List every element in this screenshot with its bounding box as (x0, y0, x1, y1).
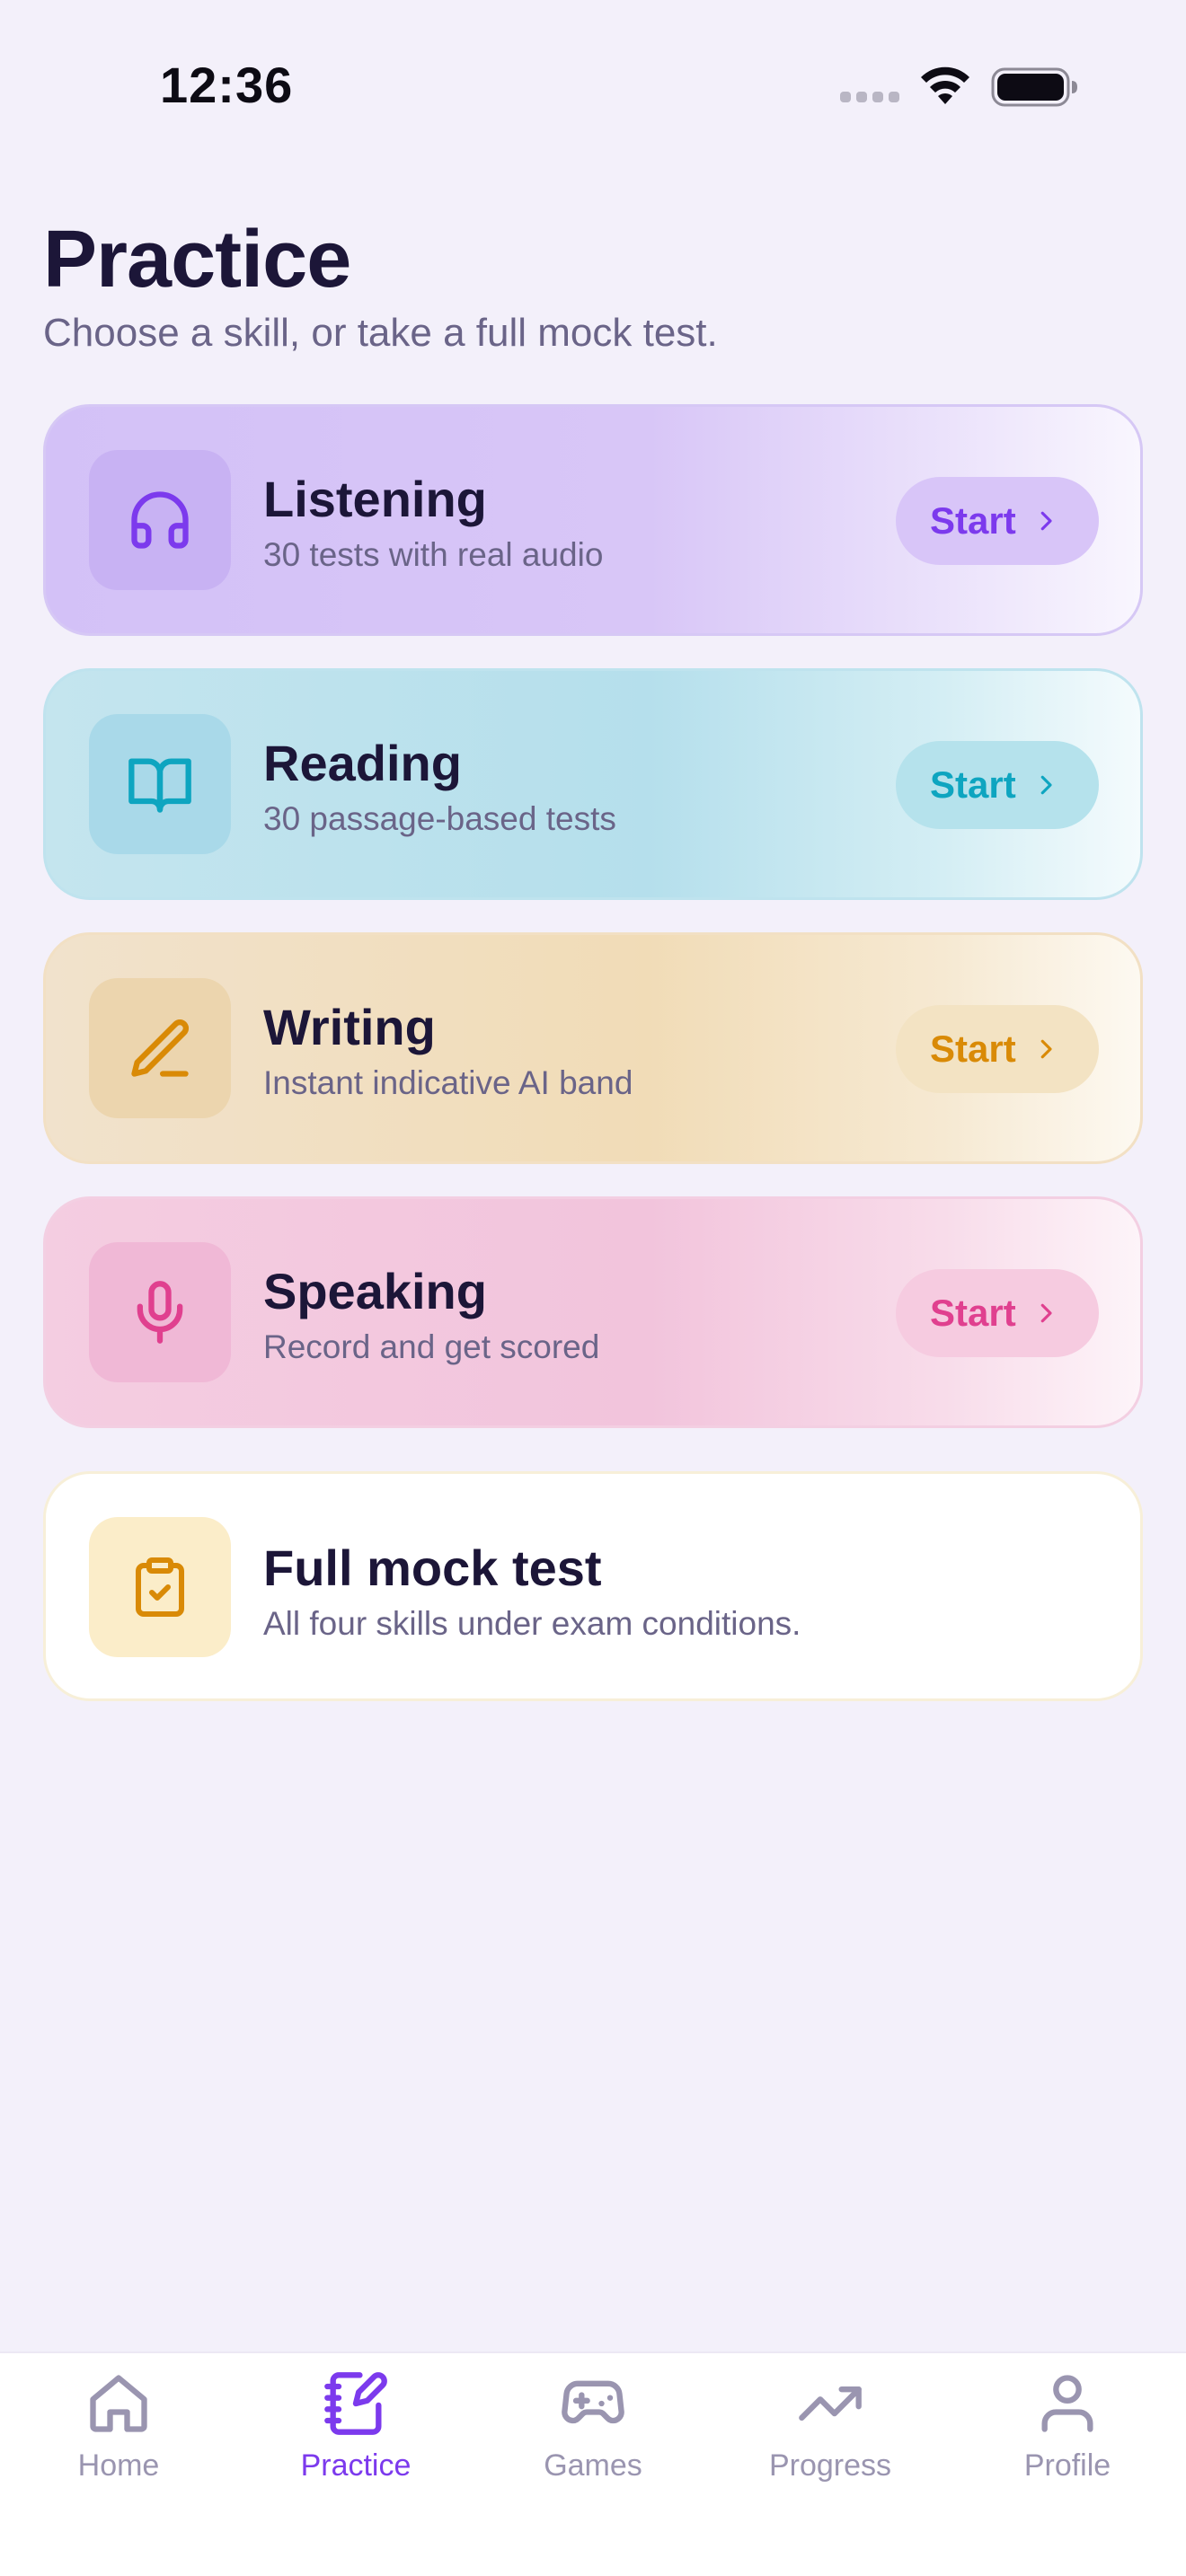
wifi-icon (921, 66, 969, 104)
chevron-right-icon (1040, 775, 1052, 795)
tab-progress[interactable]: Progress (731, 2369, 929, 2495)
start-label: Start (930, 1292, 1016, 1334)
headphones-icon (131, 491, 189, 549)
start-reading-button[interactable]: Start (896, 741, 1099, 829)
full-mock-test-card[interactable]: Full mock test All four skills under exa… (43, 1471, 1143, 1701)
practice-screen: 12:36 Practice Choose a skill, or take a… (0, 0, 1186, 2576)
trending-up-icon (799, 2386, 862, 2421)
chevron-right-icon (1040, 1039, 1052, 1059)
reading-icon-box (89, 714, 231, 854)
tab-home[interactable]: Home (20, 2369, 217, 2495)
bottom-tab-bar: Home Practice Games Progress Profile (0, 2351, 1186, 2576)
tab-label: Home (77, 2448, 160, 2483)
gamepad-icon (562, 2380, 624, 2424)
status-time: 12:36 (160, 57, 294, 113)
start-speaking-button[interactable]: Start (896, 1269, 1099, 1357)
card-title: Listening (263, 471, 487, 527)
card-subtitle: 30 tests with real audio (263, 536, 604, 573)
card-subtitle: 30 passage-based tests (263, 800, 616, 837)
page-subtitle: Choose a skill, or take a full mock test… (43, 311, 718, 355)
start-label: Start (930, 763, 1016, 806)
status-bar: 12:36 (0, 0, 1186, 180)
mic-icon (137, 1281, 183, 1344)
home-icon (90, 2375, 147, 2432)
cellular-signal-icon (840, 92, 899, 102)
chevron-right-icon (1040, 1303, 1052, 1323)
card-title: Writing (263, 999, 436, 1055)
skill-card-listening[interactable]: Listening 30 tests with real audio Start (43, 404, 1143, 636)
chevron-right-icon (1040, 511, 1052, 531)
skill-card-speaking[interactable]: Speaking Record and get scored Start (43, 1196, 1143, 1428)
card-title: Speaking (263, 1263, 487, 1319)
tab-label: Practice (300, 2448, 412, 2483)
listening-icon-box (89, 450, 231, 590)
pen-line-icon (131, 1019, 189, 1077)
notebook-pen-icon (324, 2372, 387, 2435)
start-label: Start (930, 499, 1016, 542)
card-subtitle: All four skills under exam conditions. (263, 1605, 801, 1642)
book-open-icon (128, 758, 191, 813)
start-label: Start (930, 1028, 1016, 1070)
tab-label: Games (544, 2448, 642, 2483)
card-title: Full mock test (263, 1539, 602, 1596)
battery-icon (991, 67, 1077, 107)
clipboard-check-icon (136, 1557, 184, 1617)
skill-card-reading[interactable]: Reading 30 passage-based tests Start (43, 668, 1143, 900)
card-subtitle: Record and get scored (263, 1328, 600, 1365)
skill-card-writing[interactable]: Writing Instant indicative AI band Start (43, 932, 1143, 1164)
tab-label: Progress (768, 2448, 892, 2483)
card-title: Reading (263, 735, 462, 791)
tab-label: Profile (1023, 2448, 1111, 2483)
start-writing-button[interactable]: Start (896, 1005, 1099, 1093)
user-icon (1041, 2375, 1093, 2432)
writing-icon-box (89, 978, 231, 1118)
start-listening-button[interactable]: Start (896, 477, 1099, 565)
card-subtitle: Instant indicative AI band (263, 1064, 633, 1101)
tab-profile[interactable]: Profile (969, 2369, 1166, 2495)
tab-games[interactable]: Games (494, 2369, 692, 2495)
mock-test-icon-box (89, 1517, 231, 1657)
speaking-icon-box (89, 1242, 231, 1382)
page-title: Practice (43, 215, 351, 304)
tab-practice[interactable]: Practice (257, 2369, 455, 2495)
